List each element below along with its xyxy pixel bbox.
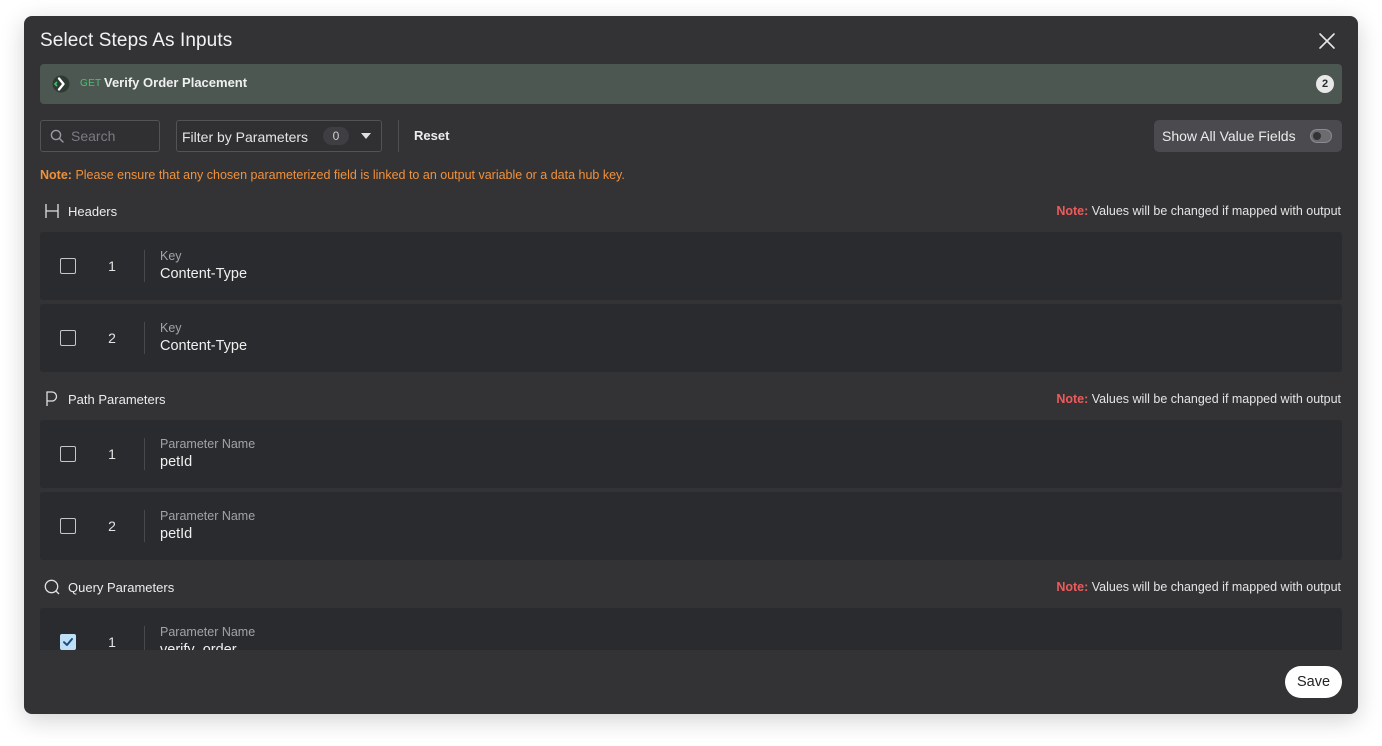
header-row: 1 Key Content-Type [40, 232, 1342, 300]
toolbar-divider [398, 120, 399, 152]
checkmark-icon [63, 638, 73, 646]
step-count-badge: 2 [1316, 75, 1334, 93]
selected-step-bar[interactable]: GET Verify Order Placement 2 [40, 64, 1342, 104]
global-note: Note: Please ensure that any chosen para… [40, 168, 625, 182]
row-checkbox[interactable] [60, 330, 76, 346]
path-p-icon [44, 391, 60, 407]
filter-by-parameters-dropdown[interactable]: Filter by Parameters 0 [176, 120, 382, 152]
row-label: Key [160, 249, 182, 263]
row-index: 1 [108, 446, 116, 462]
row-checkbox[interactable] [60, 518, 76, 534]
row-checkbox[interactable] [60, 446, 76, 462]
row-index: 1 [108, 634, 116, 650]
row-divider [144, 322, 145, 354]
global-note-text: Please ensure that any chosen parameteri… [75, 168, 625, 182]
toggle-label: Show All Value Fields [1162, 128, 1296, 144]
row-index: 1 [108, 258, 116, 274]
http-method: GET [80, 78, 102, 89]
row-value: Content-Type [160, 338, 248, 354]
note-text: Values will be changed if mapped with ou… [1091, 204, 1341, 218]
row-label: Parameter Name [160, 509, 256, 523]
filter-count-badge: 0 [323, 127, 349, 145]
row-label: Parameter Name [160, 437, 256, 451]
search-input[interactable] [71, 121, 157, 151]
row-value: petId [160, 526, 193, 542]
note-label: Note: [1056, 204, 1089, 218]
toggle-switch[interactable] [1310, 129, 1332, 143]
row-checkbox-checked[interactable] [60, 634, 76, 650]
api-step-icon [52, 75, 70, 93]
step-name: Verify Order Placement [104, 75, 248, 90]
row-label: Key [160, 321, 182, 335]
path-param-row: 2 Parameter Name petId [40, 492, 1342, 560]
show-all-value-fields-toggle[interactable]: Show All Value Fields [1154, 120, 1342, 152]
note-text: Values will be changed if mapped with ou… [1091, 580, 1341, 594]
row-value: verify_order [160, 642, 237, 650]
row-divider [144, 510, 145, 542]
section-headers: Headers Note: Values will be changed if … [40, 200, 1342, 224]
row-divider [144, 250, 145, 282]
save-button[interactable]: Save [1285, 666, 1342, 698]
path-param-row: 1 Parameter Name petId [40, 420, 1342, 488]
reset-button[interactable]: Reset [414, 128, 449, 143]
row-index: 2 [108, 518, 116, 534]
note-label: Note: [1056, 392, 1089, 406]
section-query-parameters: Query Parameters Note: Values will be ch… [40, 576, 1342, 600]
note-label: Note: [1056, 580, 1089, 594]
query-param-row: 1 Parameter Name verify_order [40, 608, 1342, 650]
search-field[interactable] [40, 120, 160, 152]
parameters-scroll-area[interactable]: Headers Note: Values will be changed if … [40, 200, 1342, 650]
global-note-label: Note: [40, 168, 72, 182]
section-title: Headers [68, 204, 118, 219]
row-index: 2 [108, 330, 116, 346]
search-icon [50, 129, 64, 143]
header-row: 2 Key Content-Type [40, 304, 1342, 372]
row-label: Parameter Name [160, 625, 256, 639]
row-divider [144, 626, 145, 650]
filter-label: Filter by Parameters [182, 129, 309, 145]
header-h-icon [44, 203, 60, 219]
section-path-parameters: Path Parameters Note: Values will be cha… [40, 388, 1342, 412]
section-note: Note: Values will be changed if mapped w… [1056, 204, 1341, 218]
section-title: Query Parameters [68, 580, 175, 595]
caret-down-icon [361, 133, 371, 139]
close-icon[interactable] [1318, 32, 1336, 50]
section-note: Note: Values will be changed if mapped w… [1056, 580, 1341, 594]
note-text: Values will be changed if mapped with ou… [1091, 392, 1341, 406]
section-title: Path Parameters [68, 392, 166, 407]
row-value: Content-Type [160, 266, 248, 282]
row-checkbox[interactable] [60, 258, 76, 274]
row-value: petId [160, 454, 193, 470]
section-note: Note: Values will be changed if mapped w… [1056, 392, 1341, 406]
modal-title: Select Steps As Inputs [40, 30, 233, 51]
select-steps-modal: Select Steps As Inputs GET Verify Order … [24, 16, 1358, 714]
query-q-icon [44, 579, 60, 595]
row-divider [144, 438, 145, 470]
